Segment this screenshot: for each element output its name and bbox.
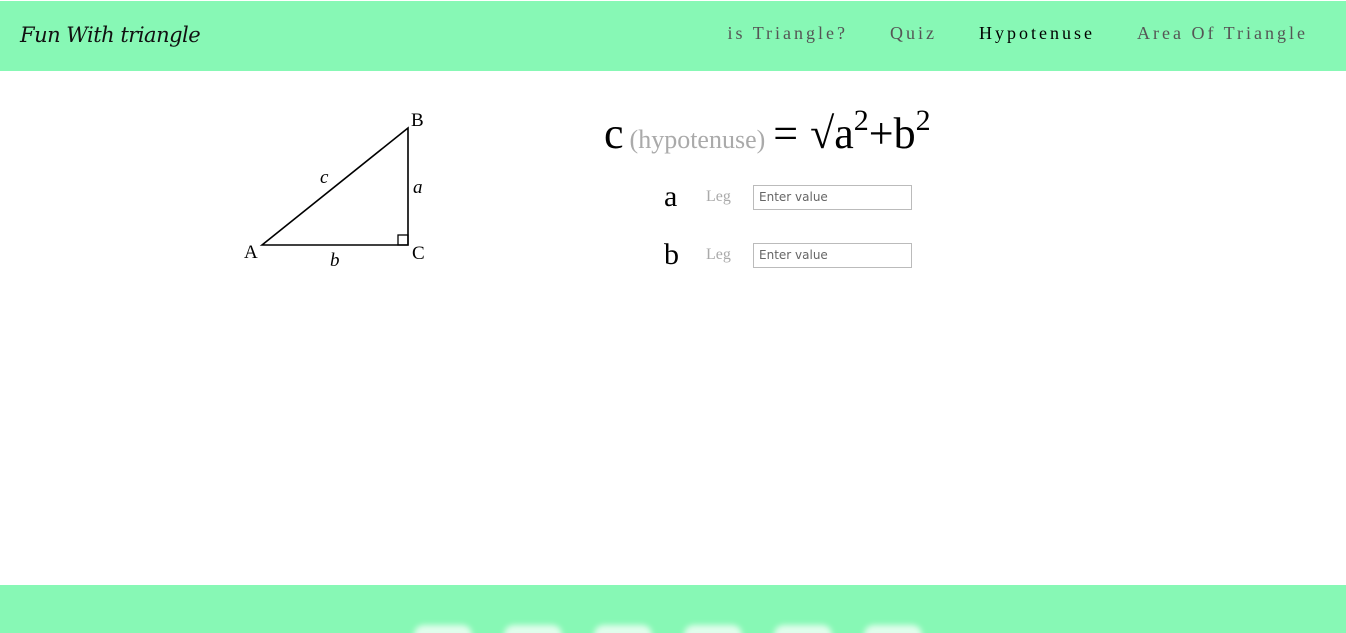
leg-a-input[interactable] xyxy=(753,184,912,210)
social-icon[interactable] xyxy=(414,625,472,633)
social-icon[interactable] xyxy=(774,625,832,633)
side-label-a: a xyxy=(413,177,423,198)
vertex-label-a: A xyxy=(244,242,258,263)
navbar: Fun With triangle is Triangle? Quiz Hypo… xyxy=(0,1,1346,71)
leg-b-variable: b xyxy=(664,238,679,271)
nav-link-quiz[interactable]: Quiz xyxy=(890,23,937,44)
leg-b-row: b Leg xyxy=(664,238,912,271)
vertex-label-b: B xyxy=(411,110,424,131)
nav-links: is Triangle? Quiz Hypotenuse Area Of Tri… xyxy=(686,23,1308,44)
formula-sqrt-a: √a xyxy=(810,109,854,158)
right-triangle-diagram: A B C a b c xyxy=(244,110,425,271)
side-label-b: b xyxy=(330,250,340,271)
leg-b-hint: Leg xyxy=(706,246,731,263)
triangle-shape xyxy=(259,126,409,246)
vertex-label-c: C xyxy=(412,243,425,264)
nav-link-is-triangle[interactable]: is Triangle? xyxy=(728,23,849,44)
right-angle-marker xyxy=(397,234,409,246)
leg-a-row: a Leg xyxy=(664,180,912,213)
social-icon[interactable] xyxy=(594,625,652,633)
leg-a-hint: Leg xyxy=(706,188,731,205)
social-icon[interactable] xyxy=(504,625,562,633)
social-icon[interactable] xyxy=(864,625,922,633)
formula-exponent-b: 2 xyxy=(915,104,931,137)
formula-c: c xyxy=(604,109,624,158)
formula-exponent-a: 2 xyxy=(853,104,869,137)
hypotenuse-formula: c (hypotenuse) = √a2+b2 xyxy=(604,104,931,174)
nav-link-area-of-triangle[interactable]: Area Of Triangle xyxy=(1137,23,1308,44)
brand-logo[interactable]: Fun With triangle xyxy=(20,23,201,47)
leg-b-input[interactable] xyxy=(753,242,912,268)
leg-a-variable: a xyxy=(664,180,678,213)
page: Fun With triangle is Triangle? Quiz Hypo… xyxy=(0,0,1346,633)
footer xyxy=(0,585,1346,633)
formula-equals: = xyxy=(773,109,799,158)
formula-hypotenuse-hint: (hypotenuse) xyxy=(629,125,766,154)
nav-link-hypotenuse[interactable]: Hypotenuse xyxy=(979,23,1095,44)
side-label-c: c xyxy=(320,167,329,188)
social-icon[interactable] xyxy=(684,625,742,633)
formula-plus-b: +b xyxy=(868,109,916,158)
